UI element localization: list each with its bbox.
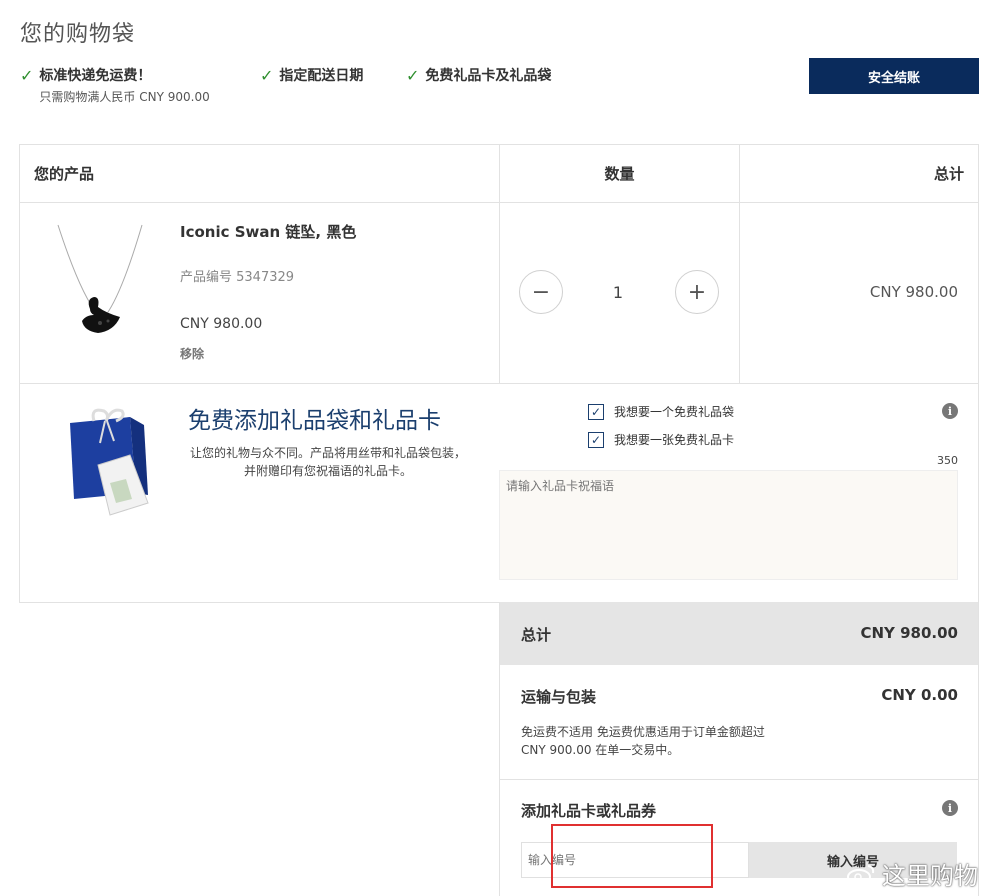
gift-description-line: 并附赠印有您祝福语的礼品卡。 <box>243 464 412 478</box>
watermark: 这里购物 <box>846 856 978 891</box>
column-divider <box>739 145 740 383</box>
benefits-bar: ✓ 标准快递免运费！ 只需购物满人民币 CNY 900.00 ✓ 指定配送日期 … <box>20 67 620 107</box>
gift-card-label: 我想要一张免费礼品卡 <box>614 433 735 447</box>
product-name[interactable]: Iconic Swan 链坠, 黑色 <box>180 221 356 242</box>
gift-description-line: 让您的礼物与众不同。产品将用丝带和礼品袋包装， <box>189 446 466 460</box>
checkbox-checked-icon[interactable]: ✓ <box>588 403 604 420</box>
info-icon[interactable]: i <box>942 800 958 816</box>
gift-bag-label: 我想要一个免费礼品袋 <box>614 405 735 419</box>
product-price: CNY 980.00 <box>180 316 263 332</box>
remove-link[interactable]: 移除 <box>180 345 204 362</box>
gift-bag-option[interactable]: ✓ 我想要一个免费礼品袋 <box>588 403 734 420</box>
benefit-gift-card: ✓ 免费礼品卡及礼品袋 <box>406 67 551 85</box>
check-icon: ✓ <box>260 66 274 85</box>
benefit-subtitle: 只需购物满人民币 CNY 900.00 <box>39 90 210 104</box>
increase-quantity-button[interactable]: + <box>675 270 719 314</box>
benefit-free-shipping: ✓ 标准快递免运费！ 只需购物满人民币 CNY 900.00 <box>20 67 210 105</box>
total-value: CNY 980.00 <box>860 624 958 642</box>
weibo-icon <box>847 864 875 885</box>
shipping-value: CNY 0.00 <box>881 686 958 704</box>
row-divider <box>20 383 978 384</box>
benefit-title: 标准快递免运费！ <box>39 68 152 84</box>
gift-card-label: 添加礼品卡或礼品券 <box>521 802 657 820</box>
gift-title: 免费添加礼品袋和礼品卡 <box>188 408 441 434</box>
header-quantity: 数量 <box>604 165 635 183</box>
page-title: 您的购物袋 <box>20 22 136 47</box>
secure-checkout-button[interactable]: 安全结账 <box>809 58 979 94</box>
minus-icon: − <box>531 279 551 305</box>
benefit-title: 免费礼品卡及礼品袋 <box>425 68 552 84</box>
quantity-value: 1 <box>612 283 624 302</box>
plus-icon: + <box>687 279 707 305</box>
order-summary: 总计 CNY 980.00 运输与包装 CNY 0.00 免运费不适用 免运费优… <box>499 602 979 896</box>
char-limit: 350 <box>937 454 958 467</box>
line-total: CNY 980.00 <box>869 283 958 301</box>
shipping-label: 运输与包装 <box>521 688 597 706</box>
gift-message-input[interactable] <box>499 470 958 580</box>
header-product: 您的产品 <box>34 165 95 183</box>
benefit-title: 指定配送日期 <box>279 68 364 84</box>
header-divider <box>20 202 978 203</box>
decrease-quantity-button[interactable]: − <box>519 270 563 314</box>
gift-card-option[interactable]: ✓ 我想要一张免费礼品卡 <box>588 431 734 448</box>
shipping-note-line: CNY 900.00 在单一交易中。 <box>521 743 680 757</box>
watermark-text: 这里购物 <box>882 862 978 890</box>
checkbox-checked-icon[interactable]: ✓ <box>588 431 604 448</box>
shipping-note-line: 免运费不适用 免运费优惠适用于订单金额超过 <box>521 725 765 739</box>
benefit-delivery-date: ✓ 指定配送日期 <box>260 67 363 85</box>
product-image[interactable] <box>50 223 150 353</box>
summary-divider <box>500 779 978 780</box>
gift-code-input[interactable] <box>521 842 749 878</box>
total-label: 总计 <box>521 626 552 644</box>
gift-bag-image <box>70 408 149 516</box>
product-sku: 产品编号 5347329 <box>180 270 295 285</box>
gift-description: 让您的礼物与众不同。产品将用丝带和礼品袋包装， 并附赠印有您祝福语的礼品卡。 <box>178 444 478 480</box>
shipping-note: 免运费不适用 免运费优惠适用于订单金额超过 CNY 900.00 在单一交易中。 <box>521 723 821 759</box>
info-icon[interactable]: i <box>942 403 958 419</box>
check-icon: ✓ <box>406 66 420 85</box>
cart-table: 您的产品 数量 总计 Iconic Swan 链坠, 黑色 产品编号 53473… <box>19 144 979 603</box>
header-total: 总计 <box>933 165 964 183</box>
summary-total-row: 总计 CNY 980.00 <box>500 602 978 665</box>
check-icon: ✓ <box>20 66 34 85</box>
